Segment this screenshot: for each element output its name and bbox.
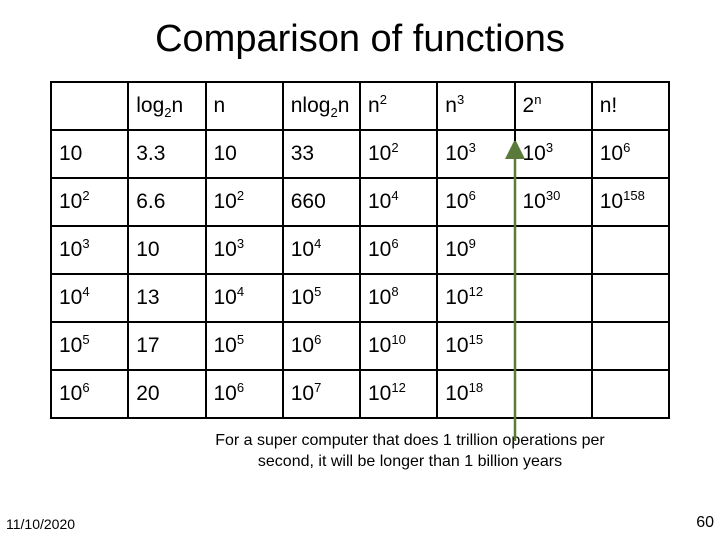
header-cell: nlog2n [283, 82, 360, 130]
row-header-cell: 105 [51, 322, 128, 370]
data-cell [515, 274, 592, 322]
data-cell: 20 [128, 370, 205, 418]
data-cell: 103 [206, 226, 283, 274]
complexity-table: log2nnnlog2nn2n32nn!103.3103310210310310… [50, 81, 670, 419]
data-cell: 109 [437, 226, 514, 274]
data-cell: 105 [206, 322, 283, 370]
row-header-cell: 102 [51, 178, 128, 226]
footer-date: 11/10/2020 [6, 516, 75, 532]
data-cell [515, 322, 592, 370]
row-header-cell: 106 [51, 370, 128, 418]
data-cell: 10 [128, 226, 205, 274]
data-cell: 13 [128, 274, 205, 322]
table-row: 10310103104106109 [51, 226, 669, 274]
data-cell: 1018 [437, 370, 514, 418]
data-cell: 106 [206, 370, 283, 418]
data-cell [592, 370, 669, 418]
header-cell: n [206, 82, 283, 130]
header-cell: n2 [360, 82, 437, 130]
header-cell: n3 [437, 82, 514, 130]
data-cell: 104 [206, 274, 283, 322]
table-row: 103.31033102103103106 [51, 130, 669, 178]
data-cell: 106 [437, 178, 514, 226]
data-cell: 3.3 [128, 130, 205, 178]
header-cell-blank [51, 82, 128, 130]
data-cell: 102 [206, 178, 283, 226]
data-cell [592, 226, 669, 274]
data-cell: 102 [360, 130, 437, 178]
data-cell: 1010 [360, 322, 437, 370]
header-cell: log2n [128, 82, 205, 130]
data-cell: 10158 [592, 178, 669, 226]
data-cell: 1015 [437, 322, 514, 370]
data-cell: 1012 [360, 370, 437, 418]
data-cell: 1012 [437, 274, 514, 322]
table-row: 1062010610710121018 [51, 370, 669, 418]
data-cell [592, 274, 669, 322]
header-cell: 2n [515, 82, 592, 130]
data-cell: 106 [283, 322, 360, 370]
data-cell: 107 [283, 370, 360, 418]
table-row: 1026.6102660104106103010158 [51, 178, 669, 226]
data-cell: 17 [128, 322, 205, 370]
data-cell: 106 [592, 130, 669, 178]
table-row: 104131041051081012 [51, 274, 669, 322]
data-cell: 103 [437, 130, 514, 178]
data-cell [515, 226, 592, 274]
data-cell: 104 [283, 226, 360, 274]
data-cell: 108 [360, 274, 437, 322]
data-cell: 104 [360, 178, 437, 226]
data-cell: 1030 [515, 178, 592, 226]
slide-title: Comparison of functions [0, 0, 720, 81]
header-cell: n! [592, 82, 669, 130]
data-cell: 106 [360, 226, 437, 274]
table-header-row: log2nnnlog2nn2n32nn! [51, 82, 669, 130]
data-cell: 6.6 [128, 178, 205, 226]
data-cell: 660 [283, 178, 360, 226]
data-cell [515, 370, 592, 418]
table-row: 1051710510610101015 [51, 322, 669, 370]
footer-page-number: 60 [696, 514, 714, 532]
row-header-cell: 10 [51, 130, 128, 178]
row-header-cell: 103 [51, 226, 128, 274]
row-header-cell: 104 [51, 274, 128, 322]
data-cell: 103 [515, 130, 592, 178]
data-cell: 10 [206, 130, 283, 178]
data-cell: 105 [283, 274, 360, 322]
table-container: log2nnnlog2nn2n32nn!103.3103310210310310… [0, 81, 720, 419]
caption-text: For a super computer that does 1 trillio… [0, 419, 720, 473]
data-cell [592, 322, 669, 370]
data-cell: 33 [283, 130, 360, 178]
